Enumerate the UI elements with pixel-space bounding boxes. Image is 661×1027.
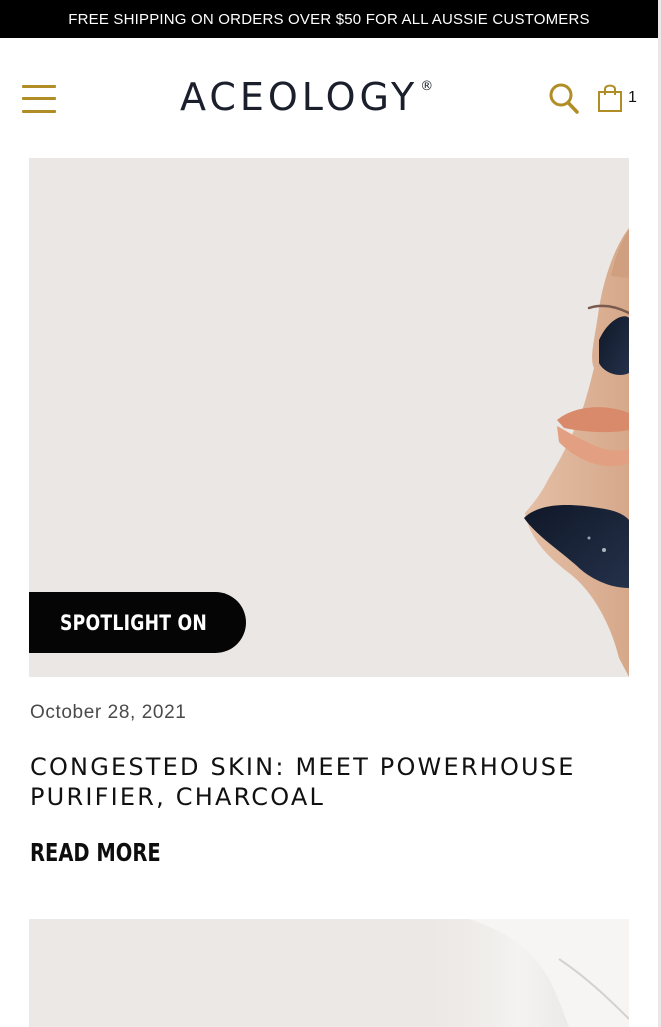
- article-title[interactable]: CONGESTED SKIN: MEET POWERHOUSE PURIFIER…: [30, 752, 640, 812]
- shopping-bag-icon: [598, 84, 622, 112]
- announcement-text: FREE SHIPPING ON ORDERS OVER $50 FOR ALL…: [68, 10, 590, 28]
- registered-mark: ®: [420, 79, 434, 94]
- category-badge[interactable]: SPOTLIGHT ON: [29, 592, 246, 653]
- announcement-bar: FREE SHIPPING ON ORDERS OVER $50 FOR ALL…: [0, 0, 658, 38]
- hamburger-menu-icon[interactable]: [22, 83, 56, 115]
- towel-photo: [409, 919, 629, 1027]
- logo-text: ACEOLOGY: [180, 75, 419, 119]
- site-logo[interactable]: ACEOLOGY ®: [180, 75, 480, 123]
- cart-button[interactable]: 1: [596, 82, 640, 116]
- next-article-image[interactable]: [29, 919, 629, 1027]
- search-icon[interactable]: [548, 82, 580, 116]
- article-date: October 28, 2021: [30, 702, 187, 723]
- cart-count-badge: 1: [628, 89, 637, 106]
- site-header: ACEOLOGY ® 1: [0, 38, 658, 158]
- read-more-link[interactable]: READ MORE: [30, 838, 198, 867]
- read-more-label: READ MORE: [30, 838, 161, 867]
- badge-label: SPOTLIGHT ON: [60, 610, 208, 635]
